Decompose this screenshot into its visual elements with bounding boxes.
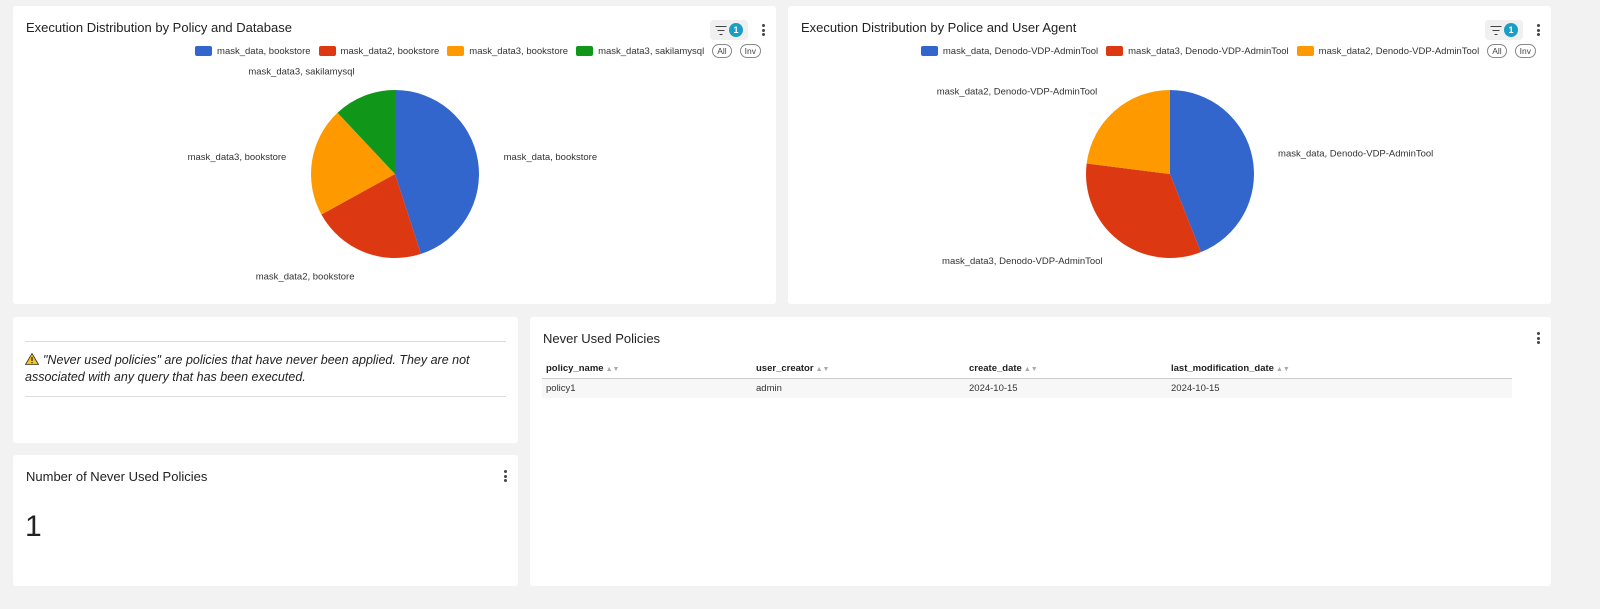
card-actions	[500, 469, 510, 483]
column-header-last-modification-date[interactable]: last_modification_date ▲▼	[1167, 359, 1512, 379]
card-actions	[1533, 331, 1543, 345]
info-note-card: "Never used policies" are policies that …	[13, 317, 518, 443]
sort-icon: ▲▼	[1023, 366, 1038, 373]
never-used-count-card: Number of Never Used Policies 1	[13, 455, 518, 586]
pie-label-mask-data-denodo-vdp-admintool: mask_data, Denodo-VDP-AdminTool	[1278, 148, 1433, 159]
card-title: Never Used Policies	[543, 331, 661, 346]
policy-agent-chart-card: Execution Distribution by Police and Use…	[788, 6, 1551, 304]
pie-slice-mask-data2-denodo-vdp-admintool[interactable]	[1086, 90, 1170, 174]
note-text: "Never used policies" are policies that …	[25, 353, 470, 384]
table-header-row: policy_name ▲▼ user_creator ▲▼ create_date…	[542, 359, 1512, 379]
pie-label-mask-data3-bookstore: mask_data3, bookstore	[188, 152, 287, 163]
warning-icon	[25, 353, 39, 365]
cell-last-modification-date: 2024-10-15	[1167, 378, 1512, 398]
column-header-policy-name[interactable]: policy_name ▲▼	[542, 359, 752, 379]
pie-chart: mask_data, bookstore mask_data2, bookstor…	[188, 67, 598, 283]
pie-label-mask-data2-denodo-vdp-admintool: mask_data2, Denodo-VDP-AdminTool	[937, 86, 1098, 97]
never-used-policies-card: Never Used Policies policy_name ▲▼ user_c…	[530, 317, 1551, 586]
cell-user-creator: admin	[752, 378, 965, 398]
sort-icon: ▲▼	[605, 366, 620, 373]
never-used-policies-table: policy_name ▲▼ user_creator ▲▼ create_date…	[542, 359, 1512, 398]
pie-label-mask-data3-denodo-vdp-admintool: mask_data3, Denodo-VDP-AdminTool	[942, 256, 1103, 267]
card-title: Number of Never Used Policies	[26, 469, 208, 484]
more-options-icon[interactable]	[1533, 331, 1543, 345]
column-header-user-creator[interactable]: user_creator ▲▼	[752, 359, 965, 379]
sort-icon: ▲▼	[815, 366, 830, 373]
info-note: "Never used policies" are policies that …	[25, 341, 506, 397]
more-options-icon[interactable]	[500, 469, 510, 483]
policy-database-chart-card: Execution Distribution by Policy and Dat…	[13, 6, 776, 304]
cell-policy-name: policy1	[542, 378, 752, 398]
pie-label-mask-data2-bookstore: mask_data2, bookstore	[256, 271, 355, 282]
cell-create-date: 2024-10-15	[965, 378, 1167, 398]
never-used-count: 1	[25, 510, 42, 543]
sort-icon: ▲▼	[1275, 366, 1290, 373]
pie-label-mask-data3-sakilamysql: mask_data3, sakilamysql	[248, 67, 354, 78]
pie-chart: mask_data, Denodo-VDP-AdminTool mask_data…	[937, 86, 1434, 267]
pie-label-mask-data-bookstore: mask_data, bookstore	[504, 152, 597, 163]
table-row[interactable]: policy1 admin 2024-10-15 2024-10-15	[542, 378, 1512, 398]
column-header-create-date[interactable]: create_date ▲▼	[965, 359, 1167, 379]
